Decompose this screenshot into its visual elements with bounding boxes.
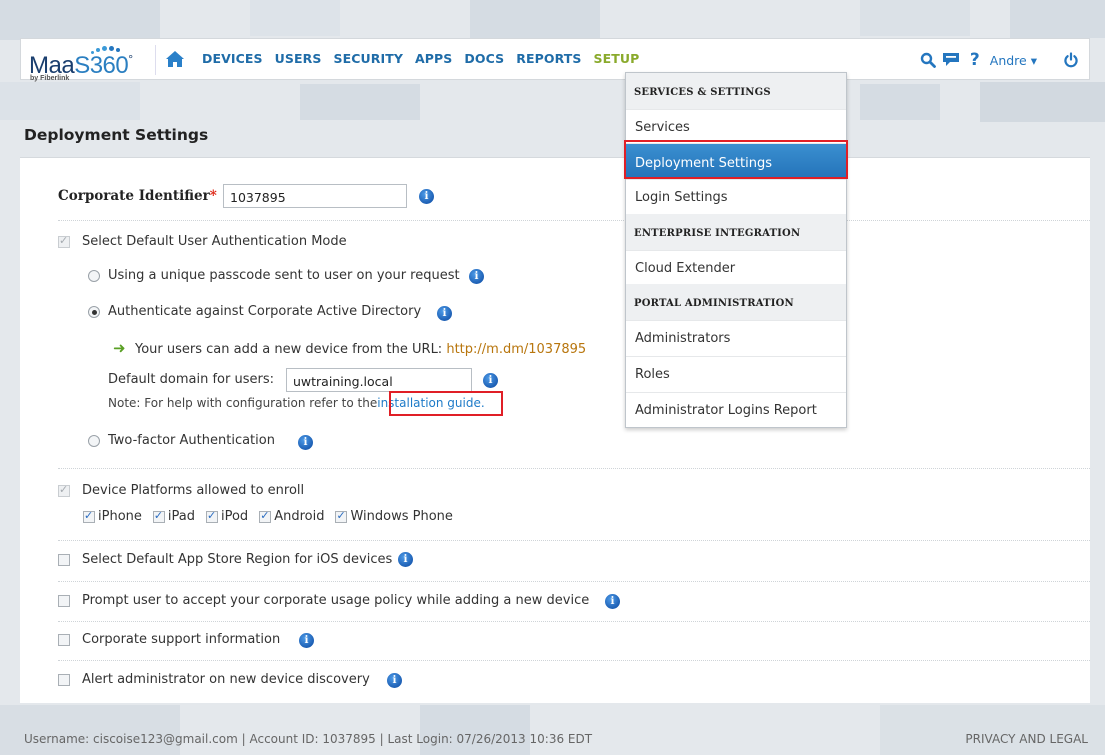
usage-policy-label: Prompt user to accept your corporate usa… (82, 593, 590, 608)
user-menu[interactable]: Andre ▾ (990, 53, 1037, 68)
status-bar: Username: ciscoise123@gmail.com | Accoun… (24, 732, 593, 746)
support-info-checkbox[interactable] (58, 634, 70, 646)
required-marker: * (209, 188, 217, 204)
settings-panel: Corporate Identifier* 1037895 i Select D… (20, 157, 1090, 703)
highlight-box (624, 140, 848, 179)
usage-policy-checkbox[interactable] (58, 595, 70, 607)
logo-subtitle: by Fiberlink (30, 75, 70, 82)
menu-section-header: PORTAL ADMINISTRATION (626, 284, 846, 320)
chevron-down-icon: ▾ (1030, 52, 1037, 68)
auth-mode-checkbox[interactable] (58, 234, 70, 248)
divider (58, 581, 1090, 582)
info-icon[interactable]: i (299, 633, 314, 648)
corporate-identifier-label: Corporate Identifier* (58, 188, 217, 204)
radio-active-directory[interactable] (88, 306, 100, 318)
platform-windows-phone[interactable]: Windows Phone (335, 509, 453, 524)
menu-section-header: ENTERPRISE INTEGRATION (626, 214, 846, 250)
app-store-region-label: Select Default App Store Region for iOS … (82, 552, 393, 567)
menu-item-services[interactable]: Services (626, 109, 846, 143)
info-icon[interactable]: i (298, 435, 313, 450)
platform-ipad[interactable]: iPad (152, 509, 195, 524)
radio-passcode[interactable] (88, 270, 100, 282)
top-header: MaaS360° by Fiberlink DEVICES USERS SECU… (20, 38, 1090, 82)
two-factor-label: Two-factor Authentication (108, 433, 275, 448)
menu-item-admin-logins-report[interactable]: Administrator Logins Report (626, 392, 846, 426)
main-nav: DEVICES USERS SECURITY APPS DOCS REPORTS… (202, 51, 651, 66)
divider (58, 468, 1090, 469)
corporate-identifier-input[interactable]: 1037895 (223, 184, 407, 208)
power-icon[interactable] (1063, 52, 1079, 68)
info-icon[interactable]: i (469, 269, 484, 284)
divider (58, 621, 1090, 622)
domain-input[interactable]: uwtraining.local (286, 368, 472, 392)
platform-iphone[interactable]: iPhone (83, 509, 142, 524)
device-url-text: Your users can add a new device from the… (135, 342, 587, 357)
arrow-right-icon: ➜ (113, 339, 126, 357)
search-icon[interactable] (920, 52, 936, 68)
highlight-box (389, 391, 503, 416)
domain-label: Default domain for users: (108, 372, 274, 387)
divider (58, 660, 1090, 661)
menu-item-roles[interactable]: Roles (626, 356, 846, 390)
active-directory-label: Authenticate against Corporate Active Di… (108, 304, 422, 319)
app-store-region-checkbox[interactable] (58, 554, 70, 566)
platform-ipod[interactable]: iPod (205, 509, 248, 524)
header-tools: ? Andre ▾ (910, 47, 1079, 73)
nav-docs[interactable]: DOCS (464, 51, 504, 66)
radio-two-factor[interactable] (88, 435, 100, 447)
header-divider (155, 45, 156, 75)
nav-devices[interactable]: DEVICES (202, 51, 263, 66)
platforms-label: Device Platforms allowed to enroll (82, 483, 305, 498)
nav-security[interactable]: SECURITY (333, 51, 403, 66)
nav-setup[interactable]: SETUP (593, 51, 639, 66)
device-discovery-checkbox[interactable] (58, 674, 70, 686)
platforms-checkbox[interactable] (58, 483, 70, 497)
divider (58, 540, 1090, 541)
menu-item-administrators[interactable]: Administrators (626, 320, 846, 354)
help-icon[interactable]: ? (970, 50, 980, 70)
support-info-label: Corporate support information (82, 632, 281, 647)
info-icon[interactable]: i (483, 373, 498, 388)
platform-android[interactable]: Android (259, 509, 324, 524)
passcode-label: Using a unique passcode sent to user on … (108, 268, 460, 283)
setup-dropdown-menu: SERVICES & SETTINGS Services Deployment … (625, 72, 847, 428)
menu-section-header: SERVICES & SETTINGS (626, 73, 846, 109)
page-title: Deployment Settings (24, 126, 209, 144)
device-discovery-label: Alert administrator on new device discov… (82, 672, 370, 687)
info-icon[interactable]: i (387, 673, 402, 688)
menu-item-cloud-extender[interactable]: Cloud Extender (626, 250, 846, 284)
divider (58, 220, 1090, 221)
home-icon[interactable] (165, 50, 185, 68)
nav-users[interactable]: USERS (275, 51, 322, 66)
device-url[interactable]: http://m.dm/1037895 (446, 342, 586, 357)
auth-mode-label: Select Default User Authentication Mode (82, 234, 347, 249)
nav-reports[interactable]: REPORTS (516, 51, 581, 66)
maas360-logo[interactable]: MaaS360° by Fiberlink (29, 44, 147, 82)
info-icon[interactable]: i (605, 594, 620, 609)
info-icon[interactable]: i (437, 306, 452, 321)
info-icon[interactable]: i (398, 552, 413, 567)
nav-apps[interactable]: APPS (415, 51, 452, 66)
platform-list: iPhone iPad iPod Android Windows Phone (83, 509, 464, 524)
menu-item-login-settings[interactable]: Login Settings (626, 179, 846, 213)
chat-icon[interactable] (942, 52, 960, 68)
privacy-legal-link[interactable]: PRIVACY AND LEGAL (965, 732, 1088, 746)
info-icon[interactable]: i (419, 189, 434, 204)
